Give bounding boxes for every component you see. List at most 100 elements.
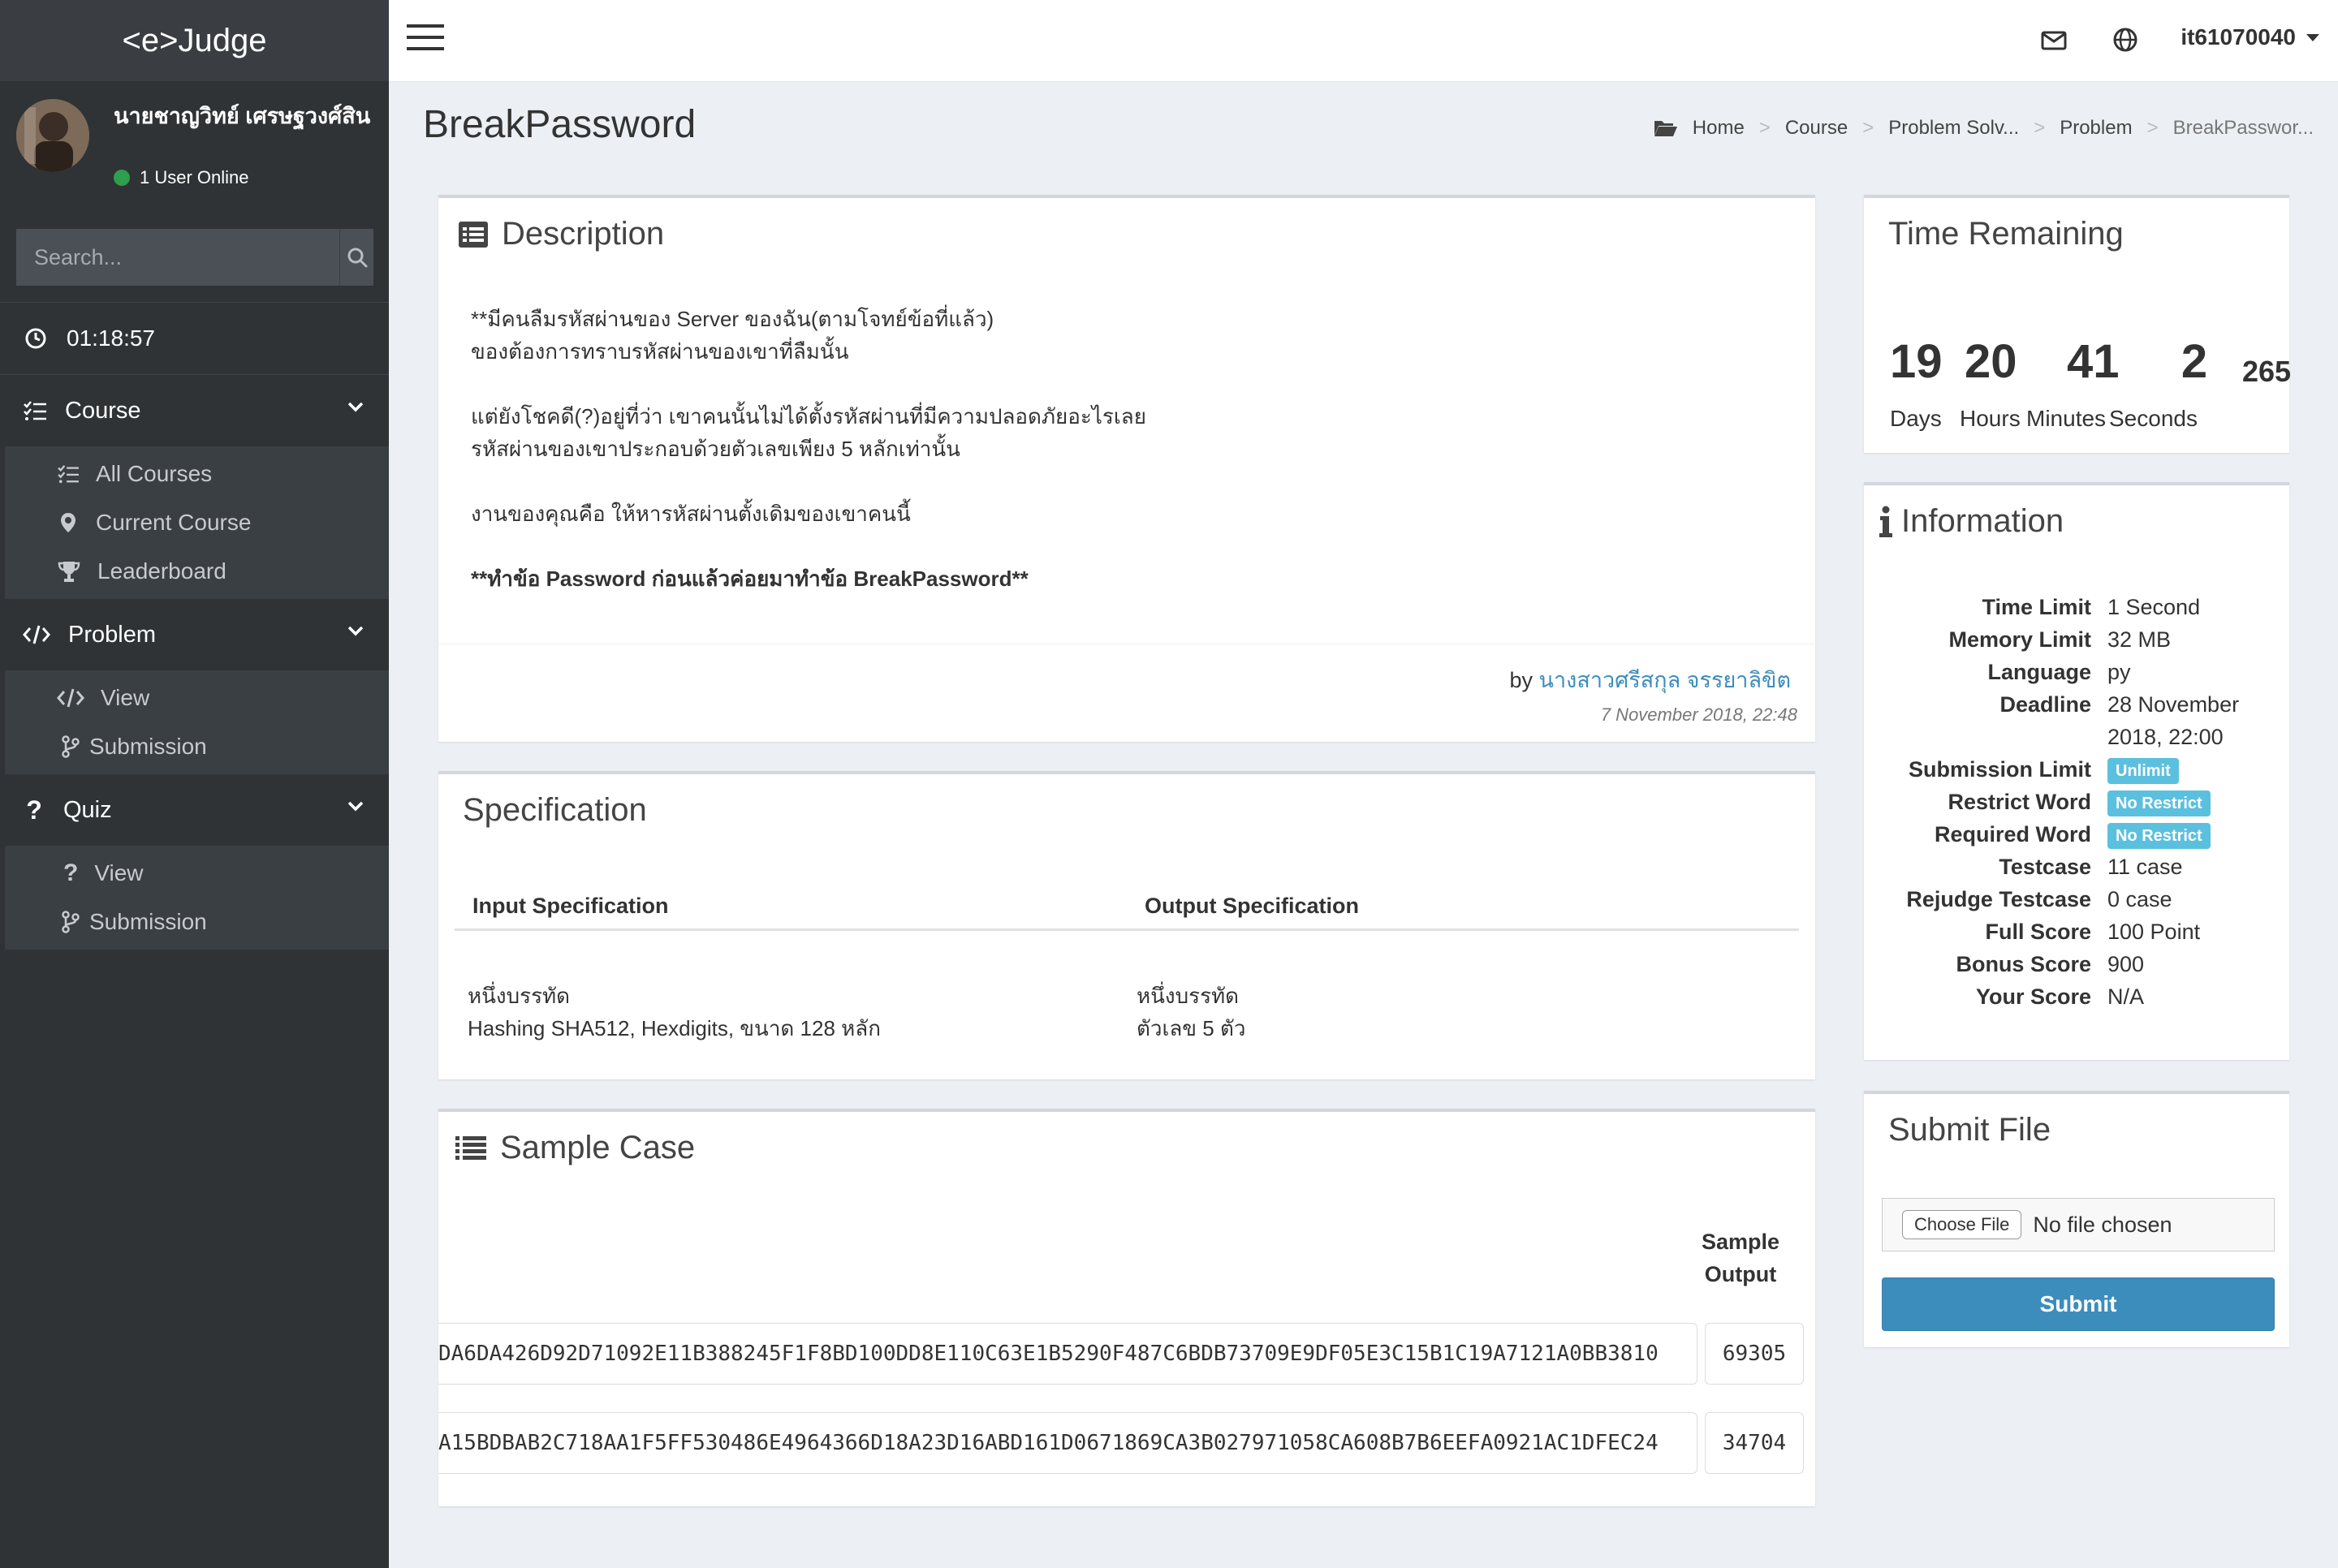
- input-spec-line: หนึ่งบรรทัด: [468, 984, 571, 1008]
- info-row: Rejudge Testcase 0 case: [1906, 887, 2172, 911]
- sample-output[interactable]: 69305: [1705, 1323, 1804, 1385]
- sidebar-toggle-button[interactable]: [407, 24, 444, 57]
- avatar: [16, 99, 89, 172]
- code-branch-icon: [62, 911, 80, 933]
- specification-title: Specification: [463, 792, 647, 828]
- sample-case-title: Sample Case: [500, 1130, 696, 1165]
- sidebar-item-course[interactable]: Course: [0, 375, 389, 446]
- mail-icon[interactable]: [2041, 26, 2067, 54]
- description-line: แต่ยังโชคดี(?)อยู่ที่ว่า เขาคนนั้นไม่ได้…: [471, 404, 1146, 429]
- sidebar-item-label: Submission: [89, 909, 207, 934]
- input-spec-line: Hashing SHA512, Hexdigits, ขนาด 128 หลัก: [468, 1016, 881, 1040]
- specification-box: Specification Input Specification Output…: [438, 771, 1815, 1079]
- search-button[interactable]: [339, 229, 373, 286]
- countdown-minutes: 41: [2067, 335, 2120, 388]
- description-footer: by นางสาวศรีสกุล จรรยาลิขิต 7 November 2…: [438, 644, 1815, 742]
- page-title: BreakPassword: [423, 103, 697, 146]
- sidebar-item-leaderboard[interactable]: Leaderboard: [5, 547, 389, 596]
- code-icon: [23, 625, 50, 644]
- code-branch-icon: [62, 735, 80, 758]
- sidebar-item-quiz-view[interactable]: ? View: [5, 849, 389, 898]
- status-badge: No Restrict: [2107, 790, 2211, 816]
- specification-table: Input Specification Output Specification…: [455, 883, 1799, 1045]
- time-remaining-title: Time Remaining: [1888, 216, 2124, 252]
- caret-down-icon: [2306, 34, 2319, 41]
- sidebar-item-quiz[interactable]: ? Quiz: [0, 774, 389, 846]
- published-date: 7 November 2018, 22:48: [1600, 704, 1797, 725]
- sidebar-item-problem[interactable]: Problem: [0, 599, 389, 670]
- info-row: Required Word No Restrict: [1864, 818, 2289, 851]
- username: it61070040: [2181, 24, 2296, 50]
- brand-logo[interactable]: <e>Judge: [0, 0, 389, 81]
- info-icon: [1879, 506, 1892, 537]
- submit-button[interactable]: Submit: [1882, 1277, 2275, 1331]
- output-spec-line: หนึ่งบรรทัด: [1137, 984, 1240, 1008]
- countdown-labels: Days Hours Minutes Seconds: [1890, 406, 2198, 432]
- sidebar-item-course-label: Course: [65, 397, 141, 424]
- file-input[interactable]: Choose File No file chosen: [1882, 1198, 2275, 1251]
- file-status: No file chosen: [2033, 1212, 2172, 1237]
- description-title: Description: [502, 216, 665, 252]
- quiz-submenu: ? View Submission: [5, 846, 389, 950]
- sidebar-item-problem-submission[interactable]: Submission: [5, 722, 389, 771]
- user-menu[interactable]: it61070040: [2181, 24, 2320, 50]
- description-header: Description: [438, 198, 1815, 270]
- sidebar-item-current-course[interactable]: Current Course: [5, 498, 389, 547]
- sample-output[interactable]: 34704: [1705, 1412, 1804, 1474]
- search-input[interactable]: [16, 229, 339, 286]
- sample-row: A15BDBAB2C718AA1F5FF530486E4964366D18A23…: [438, 1412, 1815, 1475]
- author-link[interactable]: นางสาวศรีสกุล จรรยาลิขิต: [1539, 668, 1791, 692]
- information-title: Information: [1901, 503, 2064, 539]
- chevron-down-icon: [347, 801, 364, 812]
- trophy-icon: [58, 562, 80, 582]
- choose-file-button[interactable]: Choose File: [1902, 1210, 2022, 1239]
- breadcrumb-course[interactable]: Course: [1785, 117, 1848, 140]
- author-line: by นางสาวศรีสกุล จรรยาลิขิต: [1509, 662, 1791, 697]
- description-line: ของต้องการทราบรหัสผ่านของเขาที่ลืมนั้น: [471, 339, 849, 364]
- info-row: Bonus Score 900: [1956, 952, 2145, 976]
- input-spec-header: Input Specification: [472, 893, 669, 918]
- online-dot-icon: [114, 170, 130, 186]
- code-icon: [57, 688, 84, 708]
- sidebar-item-label: Current Course: [96, 510, 252, 535]
- status-badge: Unlimit: [2107, 757, 2179, 784]
- sidebar-timer-value: 01:18:57: [67, 325, 155, 351]
- sidebar-item-label: View: [101, 685, 150, 710]
- breadcrumb-current: BreakPasswor...: [2172, 117, 2314, 139]
- countdown-ms: 265: [2242, 355, 2292, 388]
- map-marker-icon: [61, 513, 75, 532]
- breadcrumb: Home > Course > Problem Solv... > Proble…: [1654, 117, 2314, 140]
- sidebar-item-all-courses[interactable]: All Courses: [5, 450, 389, 498]
- output-spec-line: ตัวเลข 5 ตัว: [1137, 1016, 1246, 1040]
- sidebar-item-problem-label: Problem: [68, 621, 156, 648]
- chevron-down-icon: [347, 626, 364, 636]
- breadcrumb-problem-solving[interactable]: Problem Solv...: [1888, 117, 2019, 140]
- description-body: **มีคนลืมรหัสผ่านของ Server ของฉัน(ตามโจ…: [438, 270, 1815, 595]
- by-label: by: [1509, 668, 1534, 692]
- breadcrumb-problem[interactable]: Problem: [2060, 117, 2132, 140]
- description-box: Description **มีคนลืมรหัสผ่านของ Server …: [438, 195, 1815, 742]
- globe-icon[interactable]: [2112, 26, 2138, 54]
- information-table: Time Limit 1 Second Memory Limit 32 MB L…: [1864, 591, 2289, 1013]
- course-submenu: All Courses Current Course Leaderboard: [5, 446, 389, 599]
- output-spec-header: Output Specification: [1145, 893, 1360, 918]
- list-check-icon: [24, 401, 46, 420]
- status-badge: No Restrict: [2107, 822, 2211, 849]
- countdown-hours: 20: [1965, 335, 2017, 388]
- sample-row: DA6DA426D92D71092E11B388245F1F8BD100DD8E…: [438, 1323, 1815, 1386]
- sample-input[interactable]: DA6DA426D92D71092E11B388245F1F8BD100DD8E…: [438, 1323, 1697, 1385]
- list-icon: [455, 1135, 486, 1160]
- input-spec-cell: หนึ่งบรรทัด Hashing SHA512, Hexdigits, ข…: [455, 980, 1130, 1045]
- specification-table-header: Input Specification Output Specification: [455, 883, 1799, 931]
- chevron-down-icon: [347, 402, 364, 412]
- folder-open-icon: [1654, 121, 1677, 136]
- info-row: Testcase 11 case: [1999, 855, 2183, 879]
- sidebar: <e>Judge นายชาญวิทย์ เศรษฐวงศ์สิน 1 User…: [0, 0, 389, 1568]
- sample-case-header: Sample Case: [438, 1112, 1815, 1184]
- sidebar-item-problem-view[interactable]: View: [5, 674, 389, 722]
- specification-row: หนึ่งบรรทัด Hashing SHA512, Hexdigits, ข…: [455, 931, 1799, 1045]
- sidebar-search: [16, 229, 373, 286]
- breadcrumb-home[interactable]: Home: [1693, 117, 1745, 140]
- sidebar-item-quiz-submission[interactable]: Submission: [5, 898, 389, 946]
- sample-input[interactable]: A15BDBAB2C718AA1F5FF530486E4964366D18A23…: [438, 1412, 1697, 1474]
